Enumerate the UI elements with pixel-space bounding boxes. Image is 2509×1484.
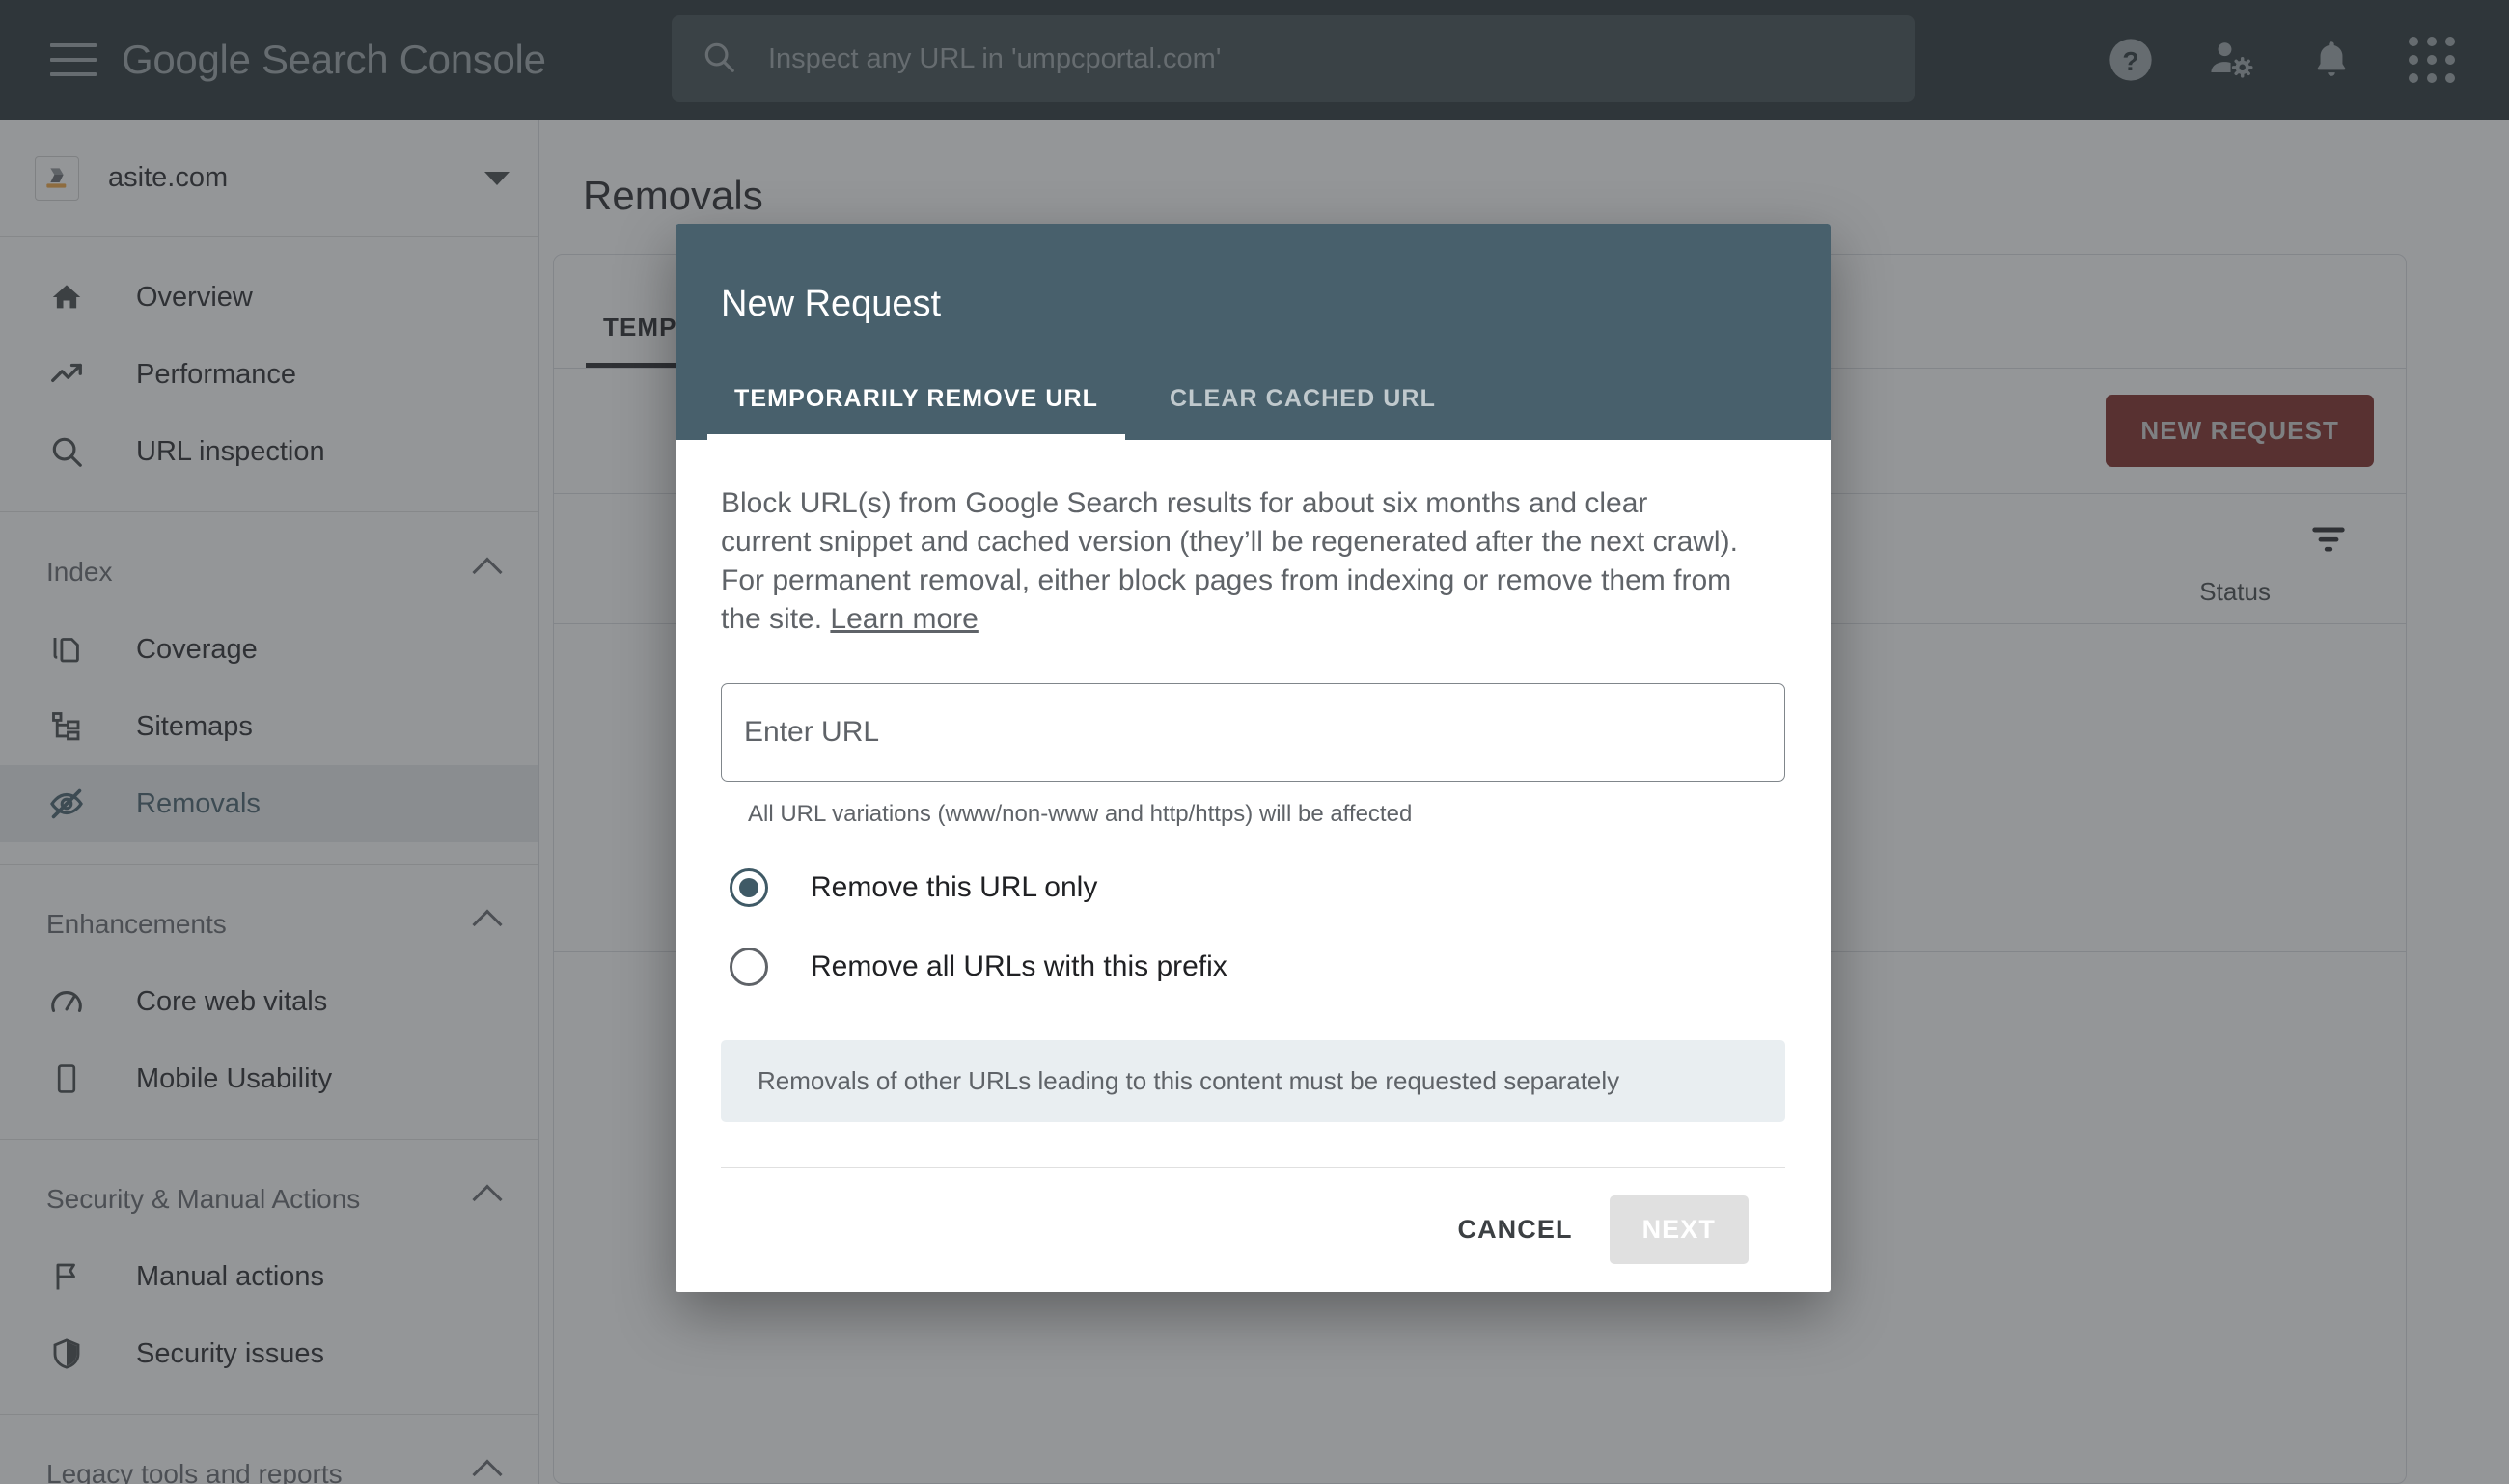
dialog-description: Block URL(s) from Google Search results … bbox=[721, 484, 1739, 639]
radio-label: Remove this URL only bbox=[811, 870, 1098, 903]
dialog-header: New Request TEMPORARILY REMOVE URL CLEAR… bbox=[676, 224, 1831, 440]
tab-temporarily-remove-url[interactable]: TEMPORARILY REMOVE URL bbox=[706, 385, 1126, 440]
url-input[interactable]: Enter URL bbox=[721, 682, 1785, 782]
radio-label: Remove all URLs with this prefix bbox=[811, 949, 1227, 982]
learn-more-link[interactable]: Learn more bbox=[830, 603, 978, 635]
radio-remove-all-urls-with-prefix[interactable]: Remove all URLs with this prefix bbox=[721, 947, 1785, 986]
url-input-hint: All URL variations (www/non-www and http… bbox=[748, 800, 1413, 827]
radio-remove-this-url-only[interactable]: Remove this URL only bbox=[721, 867, 1785, 907]
info-banner: Removals of other URLs leading to this c… bbox=[721, 1039, 1785, 1122]
dialog-body: Block URL(s) from Google Search results … bbox=[676, 440, 1831, 1292]
radio-button-unselected-icon[interactable] bbox=[730, 947, 768, 986]
new-request-dialog: New Request TEMPORARILY REMOVE URL CLEAR… bbox=[676, 224, 1831, 1292]
next-button[interactable]: NEXT bbox=[1609, 1195, 1749, 1264]
radio-button-selected-icon[interactable] bbox=[730, 867, 768, 907]
dialog-title: New Request bbox=[721, 284, 942, 324]
dialog-footer: CANCEL NEXT bbox=[721, 1166, 1785, 1292]
tab-clear-cached-url[interactable]: CLEAR CACHED URL bbox=[1156, 385, 1449, 440]
dialog-tabs: TEMPORARILY REMOVE URL CLEAR CACHED URL bbox=[676, 385, 1831, 440]
cancel-button[interactable]: CANCEL bbox=[1430, 1195, 1599, 1264]
